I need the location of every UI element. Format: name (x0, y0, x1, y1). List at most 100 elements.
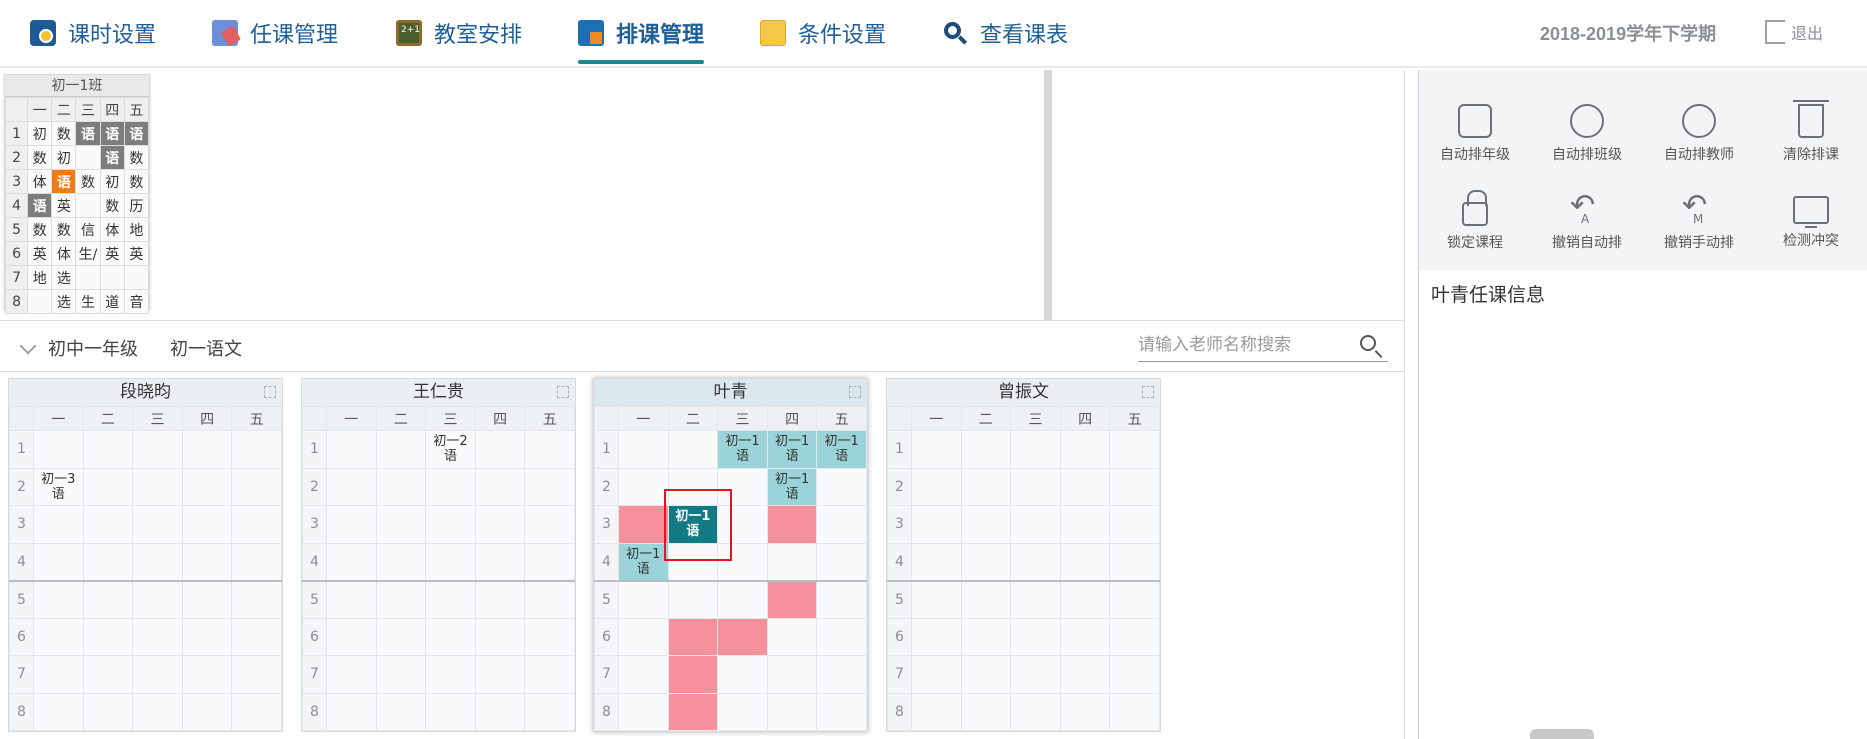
timetable-cell[interactable] (132, 655, 183, 694)
timetable-cell[interactable] (816, 579, 867, 619)
timetable-cell[interactable] (911, 467, 962, 506)
timetable-cell[interactable] (326, 430, 377, 469)
timetable-cell[interactable] (618, 655, 669, 694)
preview-cell[interactable] (123, 265, 150, 290)
course-cell[interactable]: 初一1 语 (667, 505, 719, 544)
preview-cell[interactable]: 地 (27, 265, 53, 290)
timetable-cell[interactable] (425, 505, 476, 544)
course-cell[interactable]: 初一1 语 (816, 430, 867, 469)
preview-cell[interactable]: 初 (51, 145, 77, 170)
nav-item-period-settings[interactable]: 课时设置 (30, 0, 156, 66)
timetable-cell[interactable] (667, 430, 719, 469)
class-group-button[interactable]: 自动排班级 (1531, 104, 1643, 164)
teacher-button[interactable]: 自动排教师 (1643, 104, 1755, 164)
timetable-cell[interactable] (132, 542, 183, 581)
course-cell[interactable]: 初一1 语 (717, 430, 768, 469)
timetable-cell[interactable] (816, 505, 867, 544)
course-cell[interactable]: 初一1 语 (766, 430, 818, 469)
timetable-cell[interactable] (960, 542, 1012, 581)
timetable-cell[interactable] (375, 467, 427, 506)
preview-cell[interactable] (75, 145, 101, 170)
timetable-cell[interactable] (1109, 542, 1160, 581)
timetable-cell[interactable] (375, 542, 427, 581)
timetable-cell[interactable] (667, 579, 719, 619)
timetable-cell[interactable] (181, 692, 233, 731)
timetable-cell[interactable] (425, 655, 476, 694)
timetable-cell[interactable] (766, 505, 818, 544)
timetable-cell[interactable] (1010, 467, 1061, 506)
timetable-cell[interactable] (911, 579, 962, 619)
timetable-cell[interactable] (816, 617, 867, 656)
nav-item-classroom[interactable]: 2+1 教室安排 (396, 0, 522, 66)
course-cell[interactable]: 初一2 语 (425, 430, 476, 469)
preview-cell[interactable]: 英 (51, 193, 77, 218)
timetable-cell[interactable] (960, 467, 1012, 506)
timetable-cell[interactable] (618, 430, 669, 469)
timetable-cell[interactable] (181, 655, 233, 694)
timetable-cell[interactable] (667, 655, 719, 694)
timetable-cell[interactable] (82, 579, 134, 619)
course-cell[interactable]: 初一1 语 (618, 542, 669, 581)
timetable-cell[interactable] (960, 430, 1012, 469)
timetable-cell[interactable] (1109, 655, 1160, 694)
timetable-cell[interactable] (766, 655, 818, 694)
timetable-cell[interactable] (132, 430, 183, 469)
timetable-cell[interactable] (1059, 692, 1111, 731)
timetable-cell[interactable] (474, 467, 526, 506)
timetable-cell[interactable] (474, 655, 526, 694)
timetable-cell[interactable] (375, 692, 427, 731)
course-cell[interactable]: 初一1 语 (766, 467, 818, 506)
preview-cell[interactable]: 初 (27, 121, 53, 146)
teacher-grid[interactable]: 曾振文一二三四五 1 2 3 4 5 6 7 8 (886, 378, 1161, 732)
preview-cell[interactable]: 语 (123, 121, 150, 146)
teacher-search-input[interactable] (1138, 330, 1348, 360)
timetable-cell[interactable] (425, 467, 476, 506)
timetable-cell[interactable] (132, 692, 183, 731)
logout-button[interactable]: 退出 (1765, 20, 1823, 44)
timetable-cell[interactable] (960, 617, 1012, 656)
preview-cell[interactable]: 语 (51, 169, 77, 194)
timetable-cell[interactable] (667, 467, 719, 506)
timetable-cell[interactable] (911, 617, 962, 656)
timetable-cell[interactable] (375, 617, 427, 656)
preview-cell[interactable]: 选 (51, 265, 77, 290)
preview-cell[interactable]: 道 (99, 289, 125, 314)
timetable-cell[interactable] (717, 467, 768, 506)
timetable-cell[interactable] (911, 655, 962, 694)
timetable-cell[interactable] (524, 579, 575, 619)
chevron-down-icon[interactable] (19, 337, 37, 355)
preview-cell[interactable] (75, 193, 101, 218)
timetable-cell[interactable] (326, 467, 377, 506)
class-timetable-preview[interactable]: 初一1班 一二三四五1初数语语语2数初语数3体语数初数4语英数历5数数信体地6英… (4, 74, 150, 314)
timetable-cell[interactable] (911, 430, 962, 469)
lock-button[interactable]: 锁定课程 (1419, 190, 1531, 252)
timetable-cell[interactable] (425, 542, 476, 581)
course-cell[interactable]: 初一3 语 (33, 467, 84, 506)
timetable-cell[interactable] (1010, 692, 1061, 731)
timetable-cell[interactable] (33, 542, 84, 581)
splitter-handle[interactable] (1044, 70, 1052, 320)
timetable-cell[interactable] (326, 617, 377, 656)
preview-cell[interactable]: 数 (27, 145, 53, 170)
timetable-cell[interactable] (1059, 542, 1111, 581)
timetable-cell[interactable] (474, 542, 526, 581)
timetable-cell[interactable] (1010, 655, 1061, 694)
timetable-cell[interactable] (667, 542, 719, 581)
timetable-cell[interactable] (524, 617, 575, 656)
timetable-cell[interactable] (181, 617, 233, 656)
timetable-cell[interactable] (326, 579, 377, 619)
timetable-cell[interactable] (375, 579, 427, 619)
timetable-cell[interactable] (717, 655, 768, 694)
timetable-cell[interactable] (82, 692, 134, 731)
teacher-grid[interactable]: 段晓昀一二三四五 1 2 初一3 语 3 4 5 6 7 8 (8, 378, 283, 732)
timetable-cell[interactable] (231, 617, 282, 656)
timetable-cell[interactable] (911, 505, 962, 544)
search-icon[interactable] (1360, 335, 1376, 351)
preview-cell[interactable]: 数 (99, 193, 125, 218)
monitor-button[interactable]: 检测冲突 (1755, 192, 1867, 250)
timetable-cell[interactable] (231, 467, 282, 506)
timetable-cell[interactable] (33, 430, 84, 469)
timetable-cell[interactable] (1109, 579, 1160, 619)
timetable-cell[interactable] (231, 579, 282, 619)
timetable-cell[interactable] (474, 692, 526, 731)
